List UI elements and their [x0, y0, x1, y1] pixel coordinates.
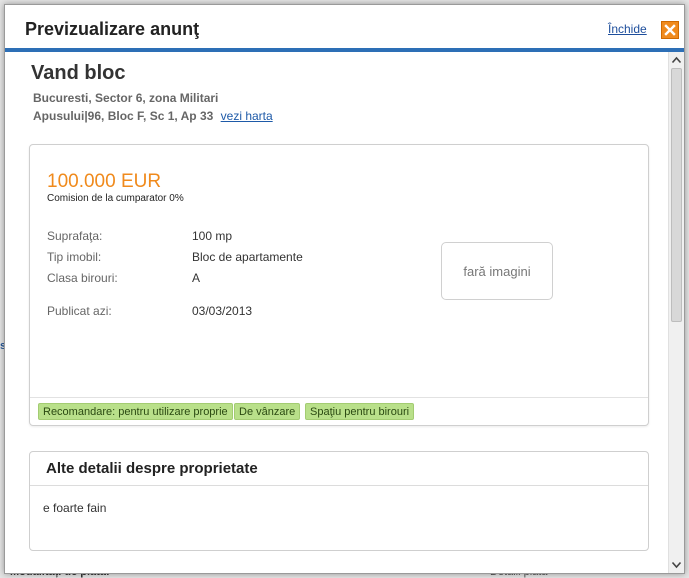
address-line-2: Apusului|96, Bloc F, Sc 1, Ap 33 vezi ha… — [33, 109, 273, 123]
spec-value: 03/03/2013 — [192, 304, 253, 318]
tag-office-space: Spaţiu pentru birouri — [305, 403, 415, 420]
details-panel: Alte detalii despre proprietate e foarte… — [29, 451, 649, 551]
spec-label: Publicat azi: — [47, 304, 112, 318]
spec-label: Clasa birouri: — [47, 271, 118, 285]
tag-bar: Recomandare: pentru utilizare proprie De… — [30, 397, 648, 426]
scroll-up-arrow-icon[interactable] — [671, 56, 682, 64]
modal-title: Previzualizare anunţ — [25, 19, 200, 39]
details-title: Alte detalii despre proprietate — [46, 460, 258, 477]
spec-value: 100 mp — [192, 229, 233, 243]
address-line-1: Bucuresti, Sector 6, zona Militari — [33, 91, 219, 105]
no-image-placeholder: fară imagini — [441, 242, 553, 300]
modal-content: Vand bloc Bucuresti, Sector 6, zona Mili… — [5, 52, 668, 573]
spec-value: Bloc de apartamente — [192, 250, 303, 264]
spec-label: Suprafaţa: — [47, 229, 103, 243]
close-link[interactable]: Închide — [608, 22, 647, 36]
modal-header: Previzualizare anunţ Închide — [5, 5, 684, 52]
vertical-scrollbar[interactable] — [668, 52, 684, 573]
listing-title: Vand bloc — [31, 62, 126, 84]
spec-label: Tip imobil: — [47, 250, 102, 264]
details-text: e foarte fain — [43, 501, 107, 515]
close-button[interactable] — [661, 21, 679, 39]
preview-modal: Previzualizare anunţ Închide Vand bloc B… — [4, 4, 685, 574]
address-street: Apusului|96, Bloc F, Sc 1, Ap 33 — [33, 109, 214, 123]
map-link[interactable]: vezi harta — [221, 109, 273, 123]
price: 100.000 EUR — [47, 171, 162, 192]
details-header: Alte detalii despre proprietate — [30, 452, 648, 486]
scroll-down-arrow-icon[interactable] — [671, 561, 682, 569]
close-icon — [664, 24, 676, 36]
spec-value: A — [192, 271, 201, 285]
scrollbar-thumb[interactable] — [671, 68, 682, 322]
listing-card: 100.000 EUR Comision de la cumparator 0%… — [29, 144, 649, 426]
commission: Comision de la cumparator 0% — [47, 193, 184, 204]
tag-recommendation: Recomandare: pentru utilizare proprie — [38, 403, 233, 420]
tag-for-sale: De vânzare — [234, 403, 301, 420]
